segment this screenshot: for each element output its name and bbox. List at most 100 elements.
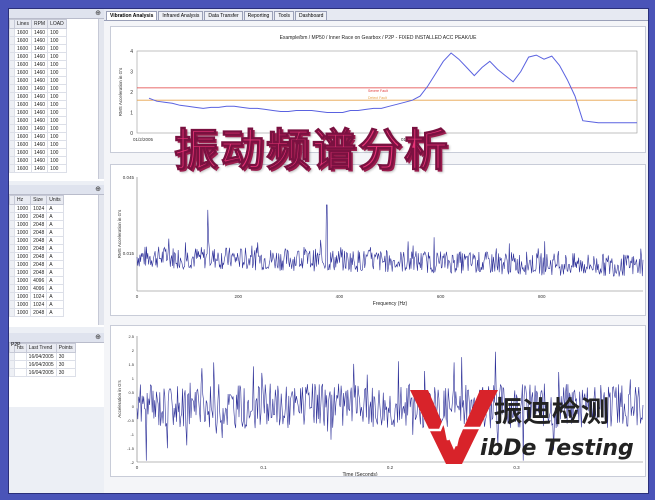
y-tick-label: 4: [130, 49, 133, 55]
table-cell: 1600: [14, 28, 32, 37]
table-cell: 1000: [13, 244, 32, 253]
table-cell: A: [46, 268, 64, 277]
table-row[interactable]: 1000 2048 A: [9, 228, 64, 237]
table-row[interactable]: 1000 2048 A: [9, 236, 64, 245]
table-row[interactable]: 1600 1460 100: [9, 92, 67, 101]
table-cell: 2048: [30, 252, 48, 261]
table-cell: 100: [47, 68, 67, 77]
table-row[interactable]: 16/04/2005 30: [9, 360, 76, 369]
y-tick-label: 0.045: [123, 175, 135, 180]
brand-english-name: ibDe Testing: [480, 436, 634, 461]
y-tick-label: 1: [130, 111, 133, 117]
y-tick-label: 1.5: [128, 362, 134, 367]
table-cell: 1460: [30, 36, 49, 45]
table-cell: 1000: [13, 308, 32, 317]
table-row[interactable]: 1000 2048 A: [9, 212, 64, 221]
tab-vibration-analysis[interactable]: Vibration Analysis: [106, 11, 158, 20]
table-cell: 1460: [30, 116, 49, 125]
table-row[interactable]: 1000 2048 A: [9, 260, 64, 269]
table-cell: [14, 352, 27, 361]
table-cell: 4096: [30, 284, 48, 293]
tab-reporting[interactable]: Reporting: [243, 11, 274, 20]
table-row[interactable]: 1600 1460 100: [9, 164, 67, 173]
table-row[interactable]: 16/04/2005 30: [9, 352, 76, 361]
table-row[interactable]: 1600 1460 100: [9, 156, 67, 165]
column-header[interactable]: Points: [55, 343, 76, 353]
spectrum-chart-panel: 0.045 0.015 0 200 400 600 800 Frequency (Hz) RMS…: [110, 164, 646, 316]
table-row[interactable]: 1600 1460 100: [9, 68, 67, 77]
table-row[interactable]: 1600 1460 100: [9, 76, 67, 85]
table-cell: 100: [47, 156, 67, 165]
pin-icon[interactable]: ⊕: [95, 185, 101, 194]
y-tick-label: 0.015: [123, 251, 135, 256]
table-cell: 1460: [30, 84, 49, 93]
table-cell: 1600: [14, 68, 32, 77]
y-axis-label: RMS Acceleration in G's: [118, 67, 123, 116]
tab-tools[interactable]: Tools: [274, 11, 294, 20]
table-cell: 1600: [14, 164, 32, 173]
table-row[interactable]: 1000 2048 A: [9, 252, 64, 261]
column-header[interactable]: RPM: [30, 19, 49, 29]
column-header[interactable]: Size: [30, 195, 48, 205]
table-cell: 1460: [30, 100, 49, 109]
table-row[interactable]: 1600 1460 100: [9, 140, 67, 149]
table-row[interactable]: 1600 1460 100: [9, 108, 67, 117]
table-cell: 16/04/2005: [25, 360, 57, 369]
table-cell: 1024: [30, 300, 48, 309]
table-cell: 100: [47, 28, 67, 37]
tab-dashboard[interactable]: Dashboard: [295, 11, 328, 20]
table-header-row: Lines RPM LOAD: [9, 19, 67, 29]
table-row[interactable]: 1000 2048 A: [9, 268, 64, 277]
spectrum-chart[interactable]: 0.045 0.015 0 200 400 600 800 Frequency (Hz) RMS…: [111, 165, 645, 315]
table-cell: 1000: [13, 252, 32, 261]
table-row[interactable]: 1600 1460 100: [9, 44, 67, 53]
severe-fault-label: Severe Fault: [368, 89, 388, 93]
table-row[interactable]: 1600 1460 100: [9, 36, 67, 45]
table-row[interactable]: 16/04/2005 30: [9, 368, 76, 377]
table-row[interactable]: 1600 1460 100: [9, 116, 67, 125]
table-row[interactable]: 1600 1460 100: [9, 52, 67, 61]
column-header[interactable]: Hz: [13, 195, 32, 205]
table-row[interactable]: 1600 1460 100: [9, 28, 67, 37]
x-tick-label: 0.2: [387, 465, 394, 470]
table-cell: 1600: [14, 116, 32, 125]
table-row[interactable]: 1000 4096 A: [9, 276, 64, 285]
column-header[interactable]: Units: [46, 195, 64, 205]
pin-icon[interactable]: ⊕: [95, 333, 101, 342]
table-cell: 1460: [30, 156, 49, 165]
table-row[interactable]: 1000 2048 A: [9, 220, 64, 229]
y-tick-label: 3: [130, 70, 133, 76]
table-row[interactable]: 1000 4096 A: [9, 284, 64, 293]
table-row[interactable]: 1600 1460 100: [9, 132, 67, 141]
measurement-table: Lines RPM LOAD 1600 1460 100 1600 1460 100 1600 14…: [9, 19, 67, 173]
column-header[interactable]: Lines: [14, 19, 32, 29]
table-row[interactable]: 1600 1460 100: [9, 124, 67, 133]
table-row[interactable]: 1600 1460 100: [9, 100, 67, 109]
table-row[interactable]: 1000 1024 A: [9, 292, 64, 301]
table-row[interactable]: 1000 1024 A: [9, 300, 64, 309]
pin-icon[interactable]: ⊕: [95, 9, 101, 18]
table-row[interactable]: 1000 2048 A: [9, 308, 64, 317]
table-cell: 4096: [30, 276, 48, 285]
table-cell: A: [46, 236, 64, 245]
table-row[interactable]: 1600 1460 100: [9, 84, 67, 93]
chart-title: Example/bm / MP50 / Inner Race on Gearbo…: [280, 35, 478, 41]
column-header[interactable]: Last Trend: [25, 343, 57, 353]
y-tick-label: -0.5: [127, 418, 135, 423]
table-row[interactable]: 1600 1460 100: [9, 148, 67, 157]
table-row[interactable]: 1600 1460 100: [9, 60, 67, 69]
tab-data-transfer[interactable]: Data Transfer: [204, 11, 243, 20]
column-header[interactable]: LOAD: [47, 19, 67, 29]
table-cell: 100: [47, 108, 67, 117]
table-cell: 1600: [14, 52, 32, 61]
table-cell: 1024: [30, 204, 48, 213]
table-cell: 2048: [30, 260, 48, 269]
y-tick-label: -2: [130, 460, 134, 465]
table-cell: 1024: [30, 292, 48, 301]
table-row[interactable]: 1000 2048 A: [9, 244, 64, 253]
y-axis-label: RMS Acceleration in G's: [117, 209, 122, 258]
table-cell: A: [46, 204, 64, 213]
table-cell: A: [46, 220, 64, 229]
table-row[interactable]: 1000 1024 A: [9, 204, 64, 213]
tab-infrared-analysis[interactable]: Infrared Analysis: [158, 11, 204, 20]
